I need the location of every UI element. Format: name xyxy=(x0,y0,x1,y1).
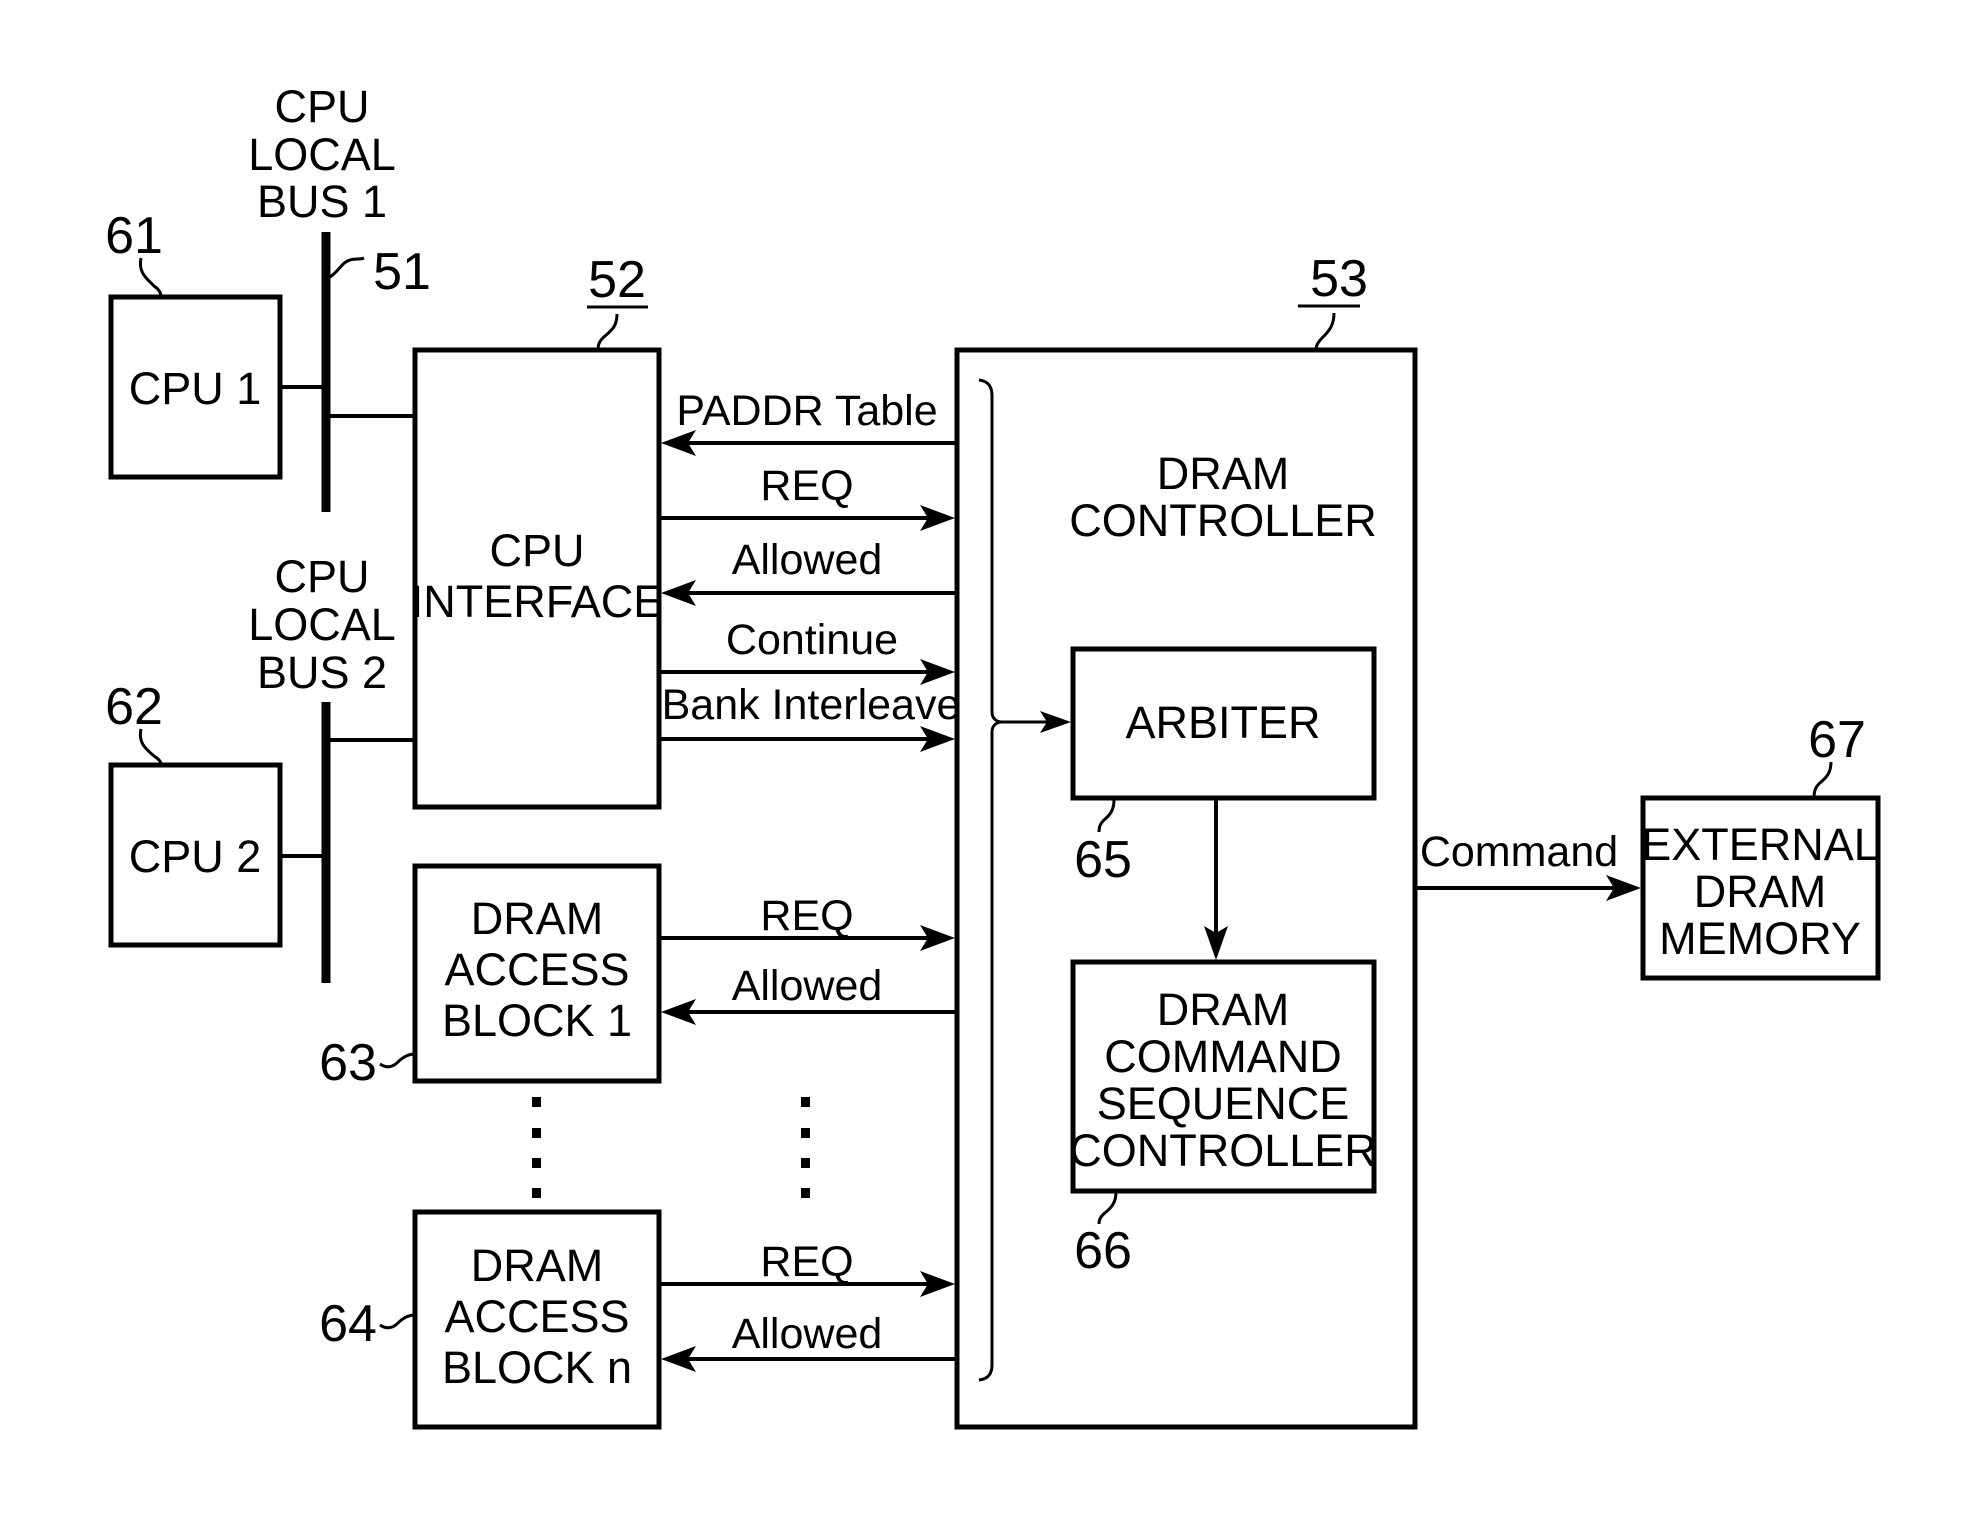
cpu-interface-label-line-1: CPU xyxy=(489,525,584,576)
dram-controller-ref: 53 xyxy=(1310,250,1368,308)
dram-controller-label-line-1: DRAM xyxy=(1157,448,1290,499)
dram-access-block-1-ref: 63 xyxy=(319,1034,377,1092)
dcsc-ref: 66 xyxy=(1074,1222,1132,1280)
dram-access-block-n-label-line-3: BLOCK n xyxy=(442,1342,632,1393)
block-1-req-label: REQ xyxy=(760,892,853,940)
bus-2-label-line-1: CPU xyxy=(274,551,369,602)
dram-access-block-1-label-line-1: DRAM xyxy=(471,893,604,944)
bus-2-label-line-3: BUS 2 xyxy=(257,647,387,698)
cpu-1-ref: 61 xyxy=(105,207,163,265)
signal-req-label: REQ xyxy=(760,462,853,510)
dcsc-label-line-1: DRAM xyxy=(1157,984,1290,1035)
dram-controller-label-line-2: CONTROLLER xyxy=(1069,495,1377,546)
dram-block-diagram: CPU LOCAL BUS 1 51 61 CPU 1 CPU LOCAL BU… xyxy=(105,81,1881,1430)
cpu-interface-label-line-2: INTERFACE xyxy=(411,576,664,627)
external-dram-label-line-3: MEMORY xyxy=(1659,913,1861,964)
ellipsis-signals xyxy=(801,1097,810,1198)
command-signal: Command xyxy=(1415,828,1641,901)
cpu-1: 61 CPU 1 xyxy=(105,207,326,480)
dram-access-block-n: DRAM ACCESS BLOCK n 64 xyxy=(319,1209,662,1430)
signal-continue-label: Continue xyxy=(726,616,898,664)
block-1-signals: REQ Allowed xyxy=(659,892,957,1025)
command-label: Command xyxy=(1420,828,1618,876)
dram-access-block-1-label-line-3: BLOCK 1 xyxy=(442,995,632,1046)
dcsc-label-line-2: COMMAND xyxy=(1104,1031,1341,1082)
cpu-interface-ref-leader xyxy=(596,313,619,351)
ellipsis-dot xyxy=(801,1097,810,1107)
dram-access-block-1-ref-leader xyxy=(379,1052,416,1069)
bus-2-label-line-2: LOCAL xyxy=(248,599,396,650)
ellipsis-dot xyxy=(532,1188,541,1198)
dcsc-label-line-4: CONTROLLER xyxy=(1069,1125,1377,1176)
dram-access-block-n-label-line-2: ACCESS xyxy=(444,1291,629,1342)
dcsc-label-line-3: SEQUENCE xyxy=(1097,1078,1350,1129)
external-dram-ref: 67 xyxy=(1808,711,1866,769)
bus-1-label-line-3: BUS 1 xyxy=(257,176,387,227)
ellipsis-dot xyxy=(801,1188,810,1198)
dram-controller: 53 DRAM CONTROLLER xyxy=(954,250,1418,1430)
dram-controller-ref-leader xyxy=(1314,312,1336,351)
ellipsis-blocks xyxy=(532,1097,541,1198)
cpu-interface-signals: PADDR Table REQ Allowed Continue Bank In… xyxy=(659,387,960,752)
ellipsis-dot xyxy=(801,1158,810,1168)
block-1-allowed-label: Allowed xyxy=(732,962,883,1010)
external-dram-label-line-1: EXTERNAL xyxy=(1641,819,1879,870)
bus-1-label-line-2: LOCAL xyxy=(248,129,396,180)
arbiter-ref: 65 xyxy=(1074,831,1132,889)
ellipsis-dot xyxy=(532,1158,541,1168)
arbiter-label: ARBITER xyxy=(1125,697,1320,748)
bus-1-ref-leader xyxy=(329,256,365,279)
dram-access-block-n-ref-leader xyxy=(379,1313,416,1330)
cpu-2: 62 CPU 2 xyxy=(105,678,326,948)
cpu-interface-ref: 52 xyxy=(588,251,646,309)
bus-1-label-line-1: CPU xyxy=(274,81,369,132)
bus-1-ref: 51 xyxy=(373,243,431,301)
ellipsis-dot xyxy=(801,1128,810,1138)
block-n-signals: REQ Allowed xyxy=(659,1238,957,1372)
cpu-2-ref: 62 xyxy=(105,678,163,736)
dram-access-block-1: DRAM ACCESS BLOCK 1 63 xyxy=(319,863,662,1092)
cpu-interface: 52 CPU INTERFACE xyxy=(411,251,664,810)
ellipsis-dot xyxy=(532,1128,541,1138)
dram-access-block-n-ref: 64 xyxy=(319,1295,377,1353)
external-dram-label-line-2: DRAM xyxy=(1694,866,1827,917)
signal-allowed-label: Allowed xyxy=(732,536,883,584)
ellipsis-dot xyxy=(532,1097,541,1107)
dram-access-block-1-label-line-2: ACCESS xyxy=(444,944,629,995)
block-n-req-label: REQ xyxy=(760,1238,853,1286)
cpu-1-label: CPU 1 xyxy=(129,363,262,414)
block-n-allowed-label: Allowed xyxy=(732,1310,883,1358)
external-dram-memory: 67 EXTERNAL DRAM MEMORY xyxy=(1640,711,1881,981)
cpu-2-label: CPU 2 xyxy=(129,831,262,882)
signal-paddr-table-label: PADDR Table xyxy=(676,387,937,435)
signal-bank-interleave-label: Bank Interleave xyxy=(662,681,961,729)
dram-access-block-n-label-line-1: DRAM xyxy=(471,1240,604,1291)
